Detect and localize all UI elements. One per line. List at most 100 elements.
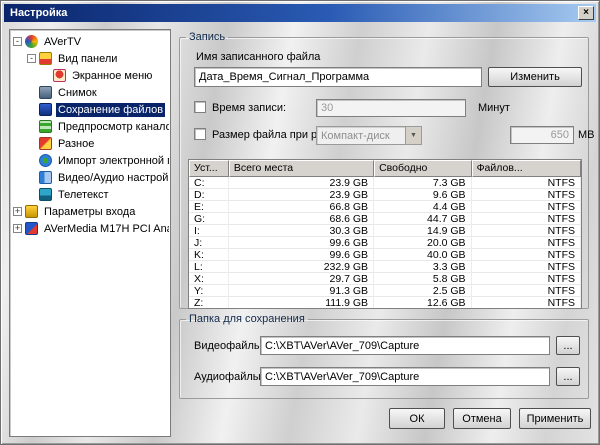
drive-table-row[interactable]: J: 99.6 GB 20.0 GB NTFS xyxy=(189,237,581,249)
drive-table-row[interactable]: I: 30.3 GB 14.9 GB NTFS xyxy=(189,225,581,237)
record-time-input[interactable] xyxy=(316,99,466,117)
audio-path-input[interactable] xyxy=(260,367,550,386)
drive-table-cell: 91.3 GB xyxy=(228,285,375,297)
tree-item-5[interactable]: Предпросмотр каналов xyxy=(11,118,169,135)
tree-item-7[interactable]: Импорт электронной прог xyxy=(11,152,169,169)
tree-item-8[interactable]: Видео/Аудио настройки xyxy=(11,169,169,186)
expand-icon[interactable]: + xyxy=(13,224,22,233)
tree-item-6[interactable]: Разное xyxy=(11,135,169,152)
tree-item-label[interactable]: Предпросмотр каналов xyxy=(56,120,169,134)
window-title: Настройка xyxy=(10,7,68,19)
drive-table-cell: 14.9 GB xyxy=(374,225,472,237)
record-time-checkbox[interactable] xyxy=(194,101,206,113)
video-path-input[interactable] xyxy=(260,336,550,355)
settings-dialog: Настройка × - AVerTV - Вид панели Экранное м… xyxy=(0,0,600,445)
osd-menu-icon xyxy=(53,69,66,82)
drive-table-row[interactable]: Y: 91.3 GB 2.5 GB NTFS xyxy=(189,285,581,297)
drive-table-row[interactable]: E: 66.8 GB 4.4 GB NTFS xyxy=(189,201,581,213)
drive-table-cell: 20.0 GB xyxy=(374,237,472,249)
drive-table-row[interactable]: D: 23.9 GB 9.6 GB NTFS xyxy=(189,189,581,201)
tree-item-3[interactable]: Снимок xyxy=(11,84,169,101)
misc-icon xyxy=(39,137,52,150)
settings-tree[interactable]: - AVerTV - Вид панели Экранное меню Снимок Сох… xyxy=(9,29,171,437)
split-size-unit: MB xyxy=(578,129,595,141)
collapse-icon[interactable]: - xyxy=(27,54,36,63)
drive-table-column-header[interactable]: Уст... xyxy=(189,160,229,177)
tree-item-10[interactable]: + Параметры входа xyxy=(11,203,169,220)
drive-table-cell: 7.3 GB xyxy=(374,177,472,189)
audio-files-label: Аудиофайлы: xyxy=(194,371,264,383)
record-time-unit: Минут xyxy=(478,102,510,114)
drive-table-cell: 2.5 GB xyxy=(374,285,472,297)
expand-icon[interactable]: + xyxy=(13,207,22,216)
titlebar[interactable]: Настройка × xyxy=(4,4,596,22)
drive-table-body: C: 23.9 GB 7.3 GB NTFS D: 23.9 GB 9.6 GB NTFS E:… xyxy=(189,177,581,308)
drive-table-cell: X: xyxy=(189,273,229,285)
record-time-label: Время записи: xyxy=(212,102,287,114)
drive-table-cell: J: xyxy=(189,237,229,249)
input-params-icon xyxy=(25,205,38,218)
split-size-input[interactable] xyxy=(510,126,574,144)
drive-table-row[interactable]: C: 23.9 GB 7.3 GB NTFS xyxy=(189,177,581,189)
drive-table-cell: 12.6 GB xyxy=(374,297,472,308)
tree-item-label[interactable]: AVerMedia M17H PCI Analo xyxy=(42,222,169,236)
chevron-down-icon[interactable]: ▼ xyxy=(405,127,421,144)
apply-button[interactable]: Применить xyxy=(519,408,591,429)
ok-button[interactable]: ОК xyxy=(389,408,445,429)
drive-table-row[interactable]: G: 68.6 GB 44.7 GB NTFS xyxy=(189,213,581,225)
tree-item-label[interactable]: Экранное меню xyxy=(70,69,154,83)
tree-item-9[interactable]: Телетекст xyxy=(11,186,169,203)
tree-item-1[interactable]: - Вид панели xyxy=(11,50,169,67)
collapse-icon[interactable]: - xyxy=(13,37,22,46)
audio-browse-button[interactable]: ... xyxy=(556,367,580,386)
tree-item-label[interactable]: Импорт электронной прог xyxy=(56,154,169,168)
drive-table-column-header[interactable]: Файлов... xyxy=(471,160,581,177)
drive-table-row[interactable]: Z: 111.9 GB 12.6 GB NTFS xyxy=(189,297,581,308)
tree-item-label[interactable]: AVerTV xyxy=(42,35,83,49)
drive-table-row[interactable]: K: 99.6 GB 40.0 GB NTFS xyxy=(189,249,581,261)
tree-item-4[interactable]: Сохранение файлов xyxy=(11,101,169,118)
tree-item-label[interactable]: Вид панели xyxy=(56,52,119,66)
drive-table-cell: Z: xyxy=(189,297,229,308)
folders-group: Папка для сохранения Видеофайлы: ... Ауд… xyxy=(179,313,589,399)
drive-table-column-header[interactable]: Всего места xyxy=(228,160,375,177)
drive-table[interactable]: Уст... Всего места Свободно Файлов... C: 23.… xyxy=(188,159,582,309)
drive-table-cell: G: xyxy=(189,213,229,225)
drive-table-row[interactable]: X: 29.7 GB 5.8 GB NTFS xyxy=(189,273,581,285)
drive-table-cell: 29.7 GB xyxy=(228,273,375,285)
close-button[interactable]: × xyxy=(578,6,594,20)
tree-item-0[interactable]: - AVerTV xyxy=(11,33,169,50)
change-button[interactable]: Изменить xyxy=(488,67,582,87)
tree-item-label[interactable]: Снимок xyxy=(56,86,99,100)
drive-table-cell: 30.3 GB xyxy=(228,225,375,237)
drive-table-cell: C: xyxy=(189,177,229,189)
video-browse-button[interactable]: ... xyxy=(556,336,580,355)
drive-table-cell: 66.8 GB xyxy=(228,201,375,213)
device-icon xyxy=(25,222,38,235)
tree-item-label[interactable]: Сохранение файлов xyxy=(56,102,166,117)
drive-table-cell: 5.8 GB xyxy=(374,273,472,285)
tree-item-11[interactable]: + AVerMedia M17H PCI Analo xyxy=(11,220,169,237)
tree-item-label[interactable]: Телетекст xyxy=(56,188,111,202)
drive-table-column-header[interactable]: Свободно xyxy=(374,160,472,177)
split-size-checkbox[interactable] xyxy=(194,128,206,140)
drive-table-row[interactable]: L: 232.9 GB 3.3 GB NTFS xyxy=(189,261,581,273)
tree-item-label[interactable]: Разное xyxy=(56,137,96,151)
drive-table-cell: I: xyxy=(189,225,229,237)
drive-table-cell: L: xyxy=(189,261,229,273)
tree-item-2[interactable]: Экранное меню xyxy=(11,67,169,84)
avertv-logo-icon xyxy=(25,35,38,48)
split-type-select[interactable]: Компакт-диск ▼ xyxy=(316,126,422,145)
tree-item-label[interactable]: Видео/Аудио настройки xyxy=(56,171,169,185)
tree-item-label[interactable]: Параметры входа xyxy=(42,205,137,219)
drive-table-cell: NTFS xyxy=(471,249,581,261)
cancel-button[interactable]: Отмена xyxy=(453,408,511,429)
drive-table-cell: NTFS xyxy=(471,213,581,225)
drive-table-cell: NTFS xyxy=(472,297,581,308)
drive-table-cell: 99.6 GB xyxy=(228,249,375,261)
filename-label: Имя записанного файла xyxy=(196,51,321,63)
filename-input[interactable] xyxy=(194,67,482,87)
panel-view-icon xyxy=(39,52,52,65)
